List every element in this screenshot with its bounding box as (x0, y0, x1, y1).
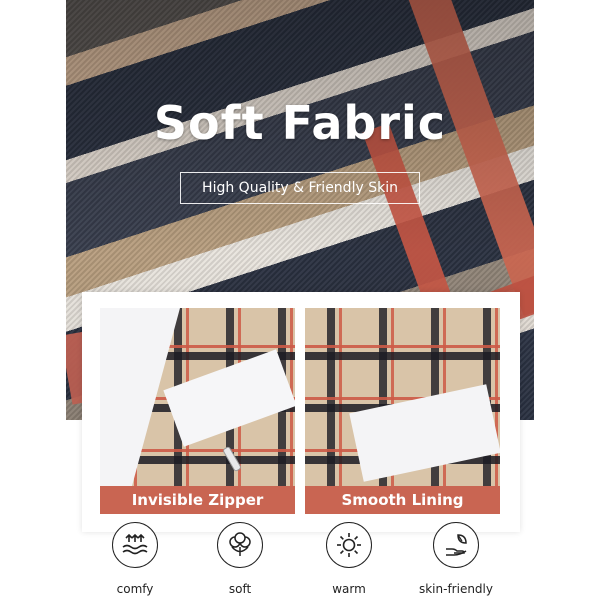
feature-label: skin-friendly (418, 582, 493, 596)
zipper-pull-icon (222, 445, 242, 473)
feature-skin-friendly: skin-friendly (406, 522, 506, 596)
hand-leaf-icon (433, 522, 479, 568)
feature-icons-row: comfy soft warm skin-friendly (0, 522, 600, 600)
cotton-flower-icon (217, 522, 263, 568)
lining-fabric (349, 384, 500, 482)
waves-up-arrows-icon (112, 522, 158, 568)
feature-label: comfy (116, 582, 154, 596)
feature-label: warm (332, 582, 366, 596)
feature-soft: soft (190, 522, 290, 596)
card-label-text: Smooth Lining (341, 491, 464, 509)
hero-subtitle: High Quality & Friendly Skin (202, 180, 398, 196)
lining-fabric (163, 349, 295, 447)
sun-icon (326, 522, 372, 568)
feature-comfy: comfy (85, 522, 185, 596)
feature-warm: warm (299, 522, 399, 596)
hero-title: Soft Fabric (153, 96, 447, 150)
card-label-zipper: Invisible Zipper (100, 486, 295, 514)
feature-label: soft (228, 582, 252, 596)
card-label-lining: Smooth Lining (305, 486, 500, 514)
zipper-detail-image (100, 308, 295, 486)
card-label-text: Invisible Zipper (131, 491, 264, 509)
hero-subtitle-box: High Quality & Friendly Skin (180, 172, 420, 204)
lining-detail-image (305, 308, 500, 486)
